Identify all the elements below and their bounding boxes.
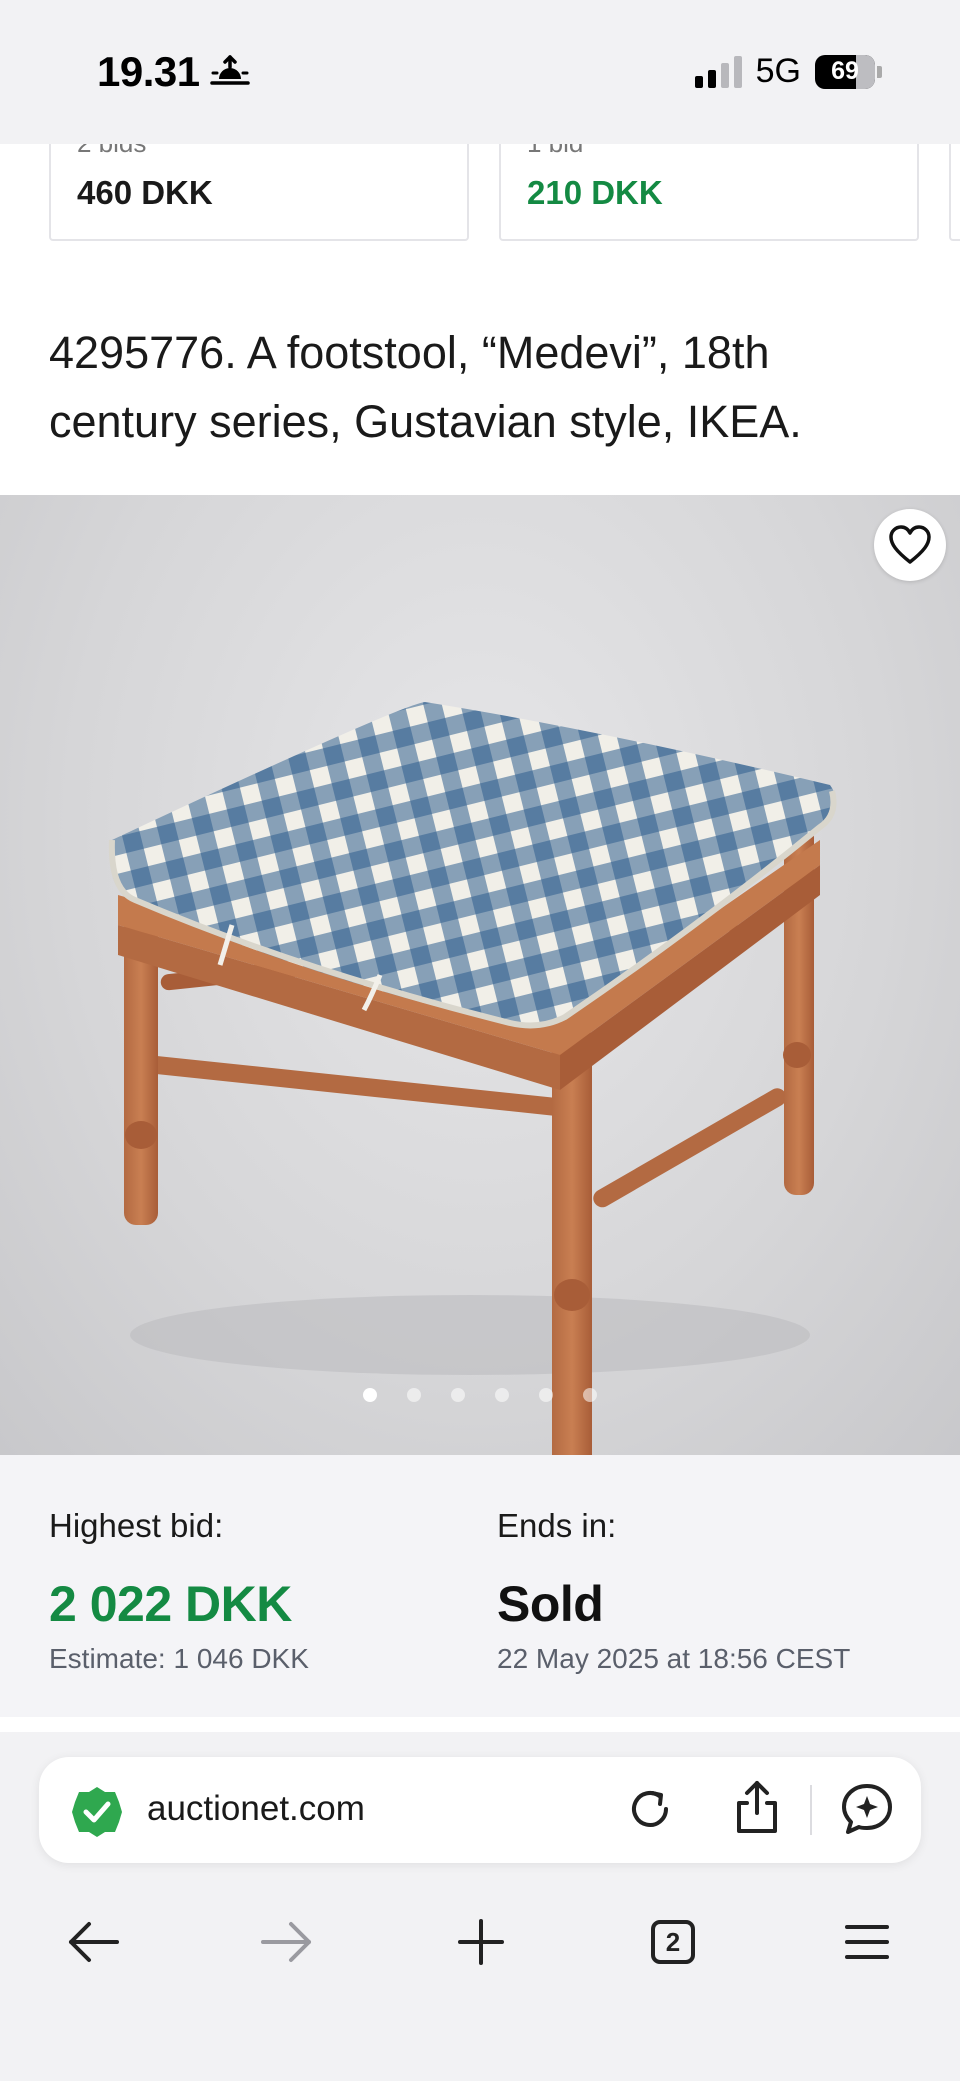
url-text[interactable]: auctionet.com	[147, 1789, 365, 1829]
highest-bid-label: Highest bid:	[49, 1507, 224, 1544]
arrow-right-icon	[261, 1922, 311, 1962]
time-text: 19.31	[97, 48, 200, 95]
related-lot-card[interactable]	[949, 144, 960, 241]
gallery-dot[interactable]	[407, 1388, 421, 1402]
bidding-panel: Highest bid: 2 022 DKK Estimate: 1 046 D…	[0, 1455, 960, 1717]
gallery-dot[interactable]	[495, 1388, 509, 1402]
arrow-left-icon	[69, 1922, 119, 1962]
browser-nav-bar: 2	[0, 1902, 960, 2002]
ends-in-label: Ends in:	[497, 1507, 617, 1544]
signal-icon	[694, 55, 742, 88]
status-indicators: 5G 69	[694, 52, 882, 91]
tab-count: 2	[665, 1926, 681, 1957]
favorite-button[interactable]	[874, 509, 946, 581]
sunset-icon	[209, 55, 250, 85]
battery-icon: 69	[815, 54, 882, 89]
highest-bid-block: Highest bid: 2 022 DKK Estimate: 1 046 D…	[49, 1507, 309, 1675]
tabs-button[interactable]: 2	[633, 1902, 713, 1982]
new-tab-button[interactable]	[441, 1902, 521, 1982]
product-image-gallery[interactable]	[0, 495, 960, 1455]
share-icon[interactable]	[729, 1777, 785, 1837]
status-bar: 19.31 5G 69	[0, 0, 960, 144]
gallery-dot[interactable]	[451, 1388, 465, 1402]
end-date-text: 22 May 2025 at 18:56 CEST	[497, 1643, 851, 1674]
card-price: 460 DKK	[77, 174, 213, 211]
heart-icon	[889, 525, 931, 564]
battery-level: 69	[831, 57, 859, 85]
card-price: 210 DKK	[527, 174, 663, 211]
related-lot-card[interactable]: 1 bid 210 DKK	[499, 144, 919, 241]
toolbar-divider	[810, 1785, 812, 1835]
plus-icon	[458, 1919, 504, 1965]
browser-toolbar: auctionet.com 2	[0, 1732, 960, 2081]
estimate-text: Estimate: 1 046 DKK	[49, 1643, 309, 1674]
auction-status: Sold	[497, 1576, 604, 1632]
card-bid-count: 1 bid	[527, 144, 583, 159]
reload-icon[interactable]	[622, 1781, 678, 1837]
gallery-dot[interactable]	[583, 1388, 597, 1402]
back-button[interactable]	[53, 1902, 133, 1982]
status-time: 19.31	[97, 48, 250, 96]
footstool-image	[108, 702, 837, 1455]
gallery-dot[interactable]	[363, 1388, 377, 1402]
address-bar[interactable]: auctionet.com	[39, 1757, 921, 1863]
ends-in-block: Ends in: Sold 22 May 2025 at 18:56 CEST	[497, 1507, 850, 1675]
network-label: 5G	[755, 52, 801, 90]
highest-bid-value: 2 022 DKK	[49, 1576, 292, 1632]
lot-title: 4295776. A footstool, “Medevi”, 18th cen…	[49, 327, 802, 447]
tab-count-icon: 2	[651, 1920, 695, 1964]
card-bid-count: 2 bids	[77, 144, 146, 159]
gallery-pagination	[0, 1388, 960, 1402]
related-lots-carousel: 2 bids 460 DKK 1 bid 210 DKK	[0, 144, 960, 244]
ai-assistant-icon[interactable]	[839, 1781, 895, 1837]
gallery-dot[interactable]	[539, 1388, 553, 1402]
hamburger-menu-icon	[845, 1925, 889, 1959]
shield-check-icon	[72, 1787, 122, 1837]
related-lot-card[interactable]: 2 bids 460 DKK	[49, 144, 469, 241]
forward-button[interactable]	[247, 1902, 327, 1982]
menu-button[interactable]	[827, 1902, 907, 1982]
